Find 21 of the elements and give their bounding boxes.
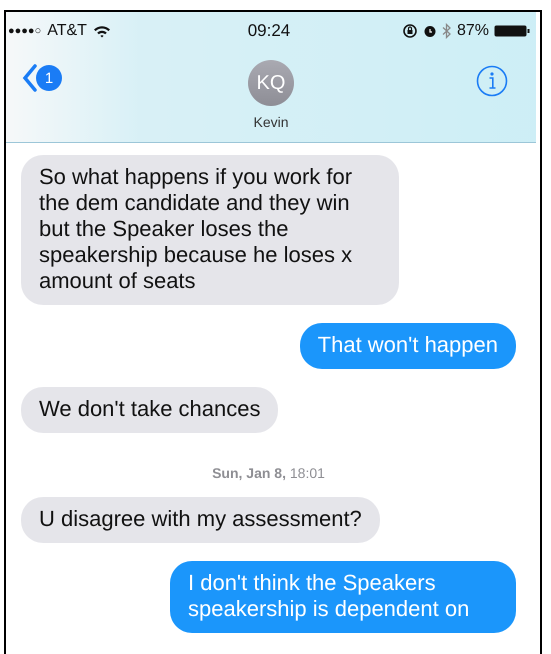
alarm-clock-icon bbox=[422, 24, 437, 38]
status-time: 09:24 bbox=[248, 21, 290, 41]
received-message-bubble: So what happens if you work for the dem candidate and they win but the Speaker loses the speakership because he loses x amount of seats bbox=[21, 155, 399, 305]
contact-name: Kevin bbox=[253, 114, 289, 130]
wifi-icon bbox=[92, 24, 111, 38]
sent-message-bubble: I don't think the Speakers speakership is dependent on bbox=[170, 561, 516, 633]
bluetooth-icon bbox=[442, 23, 452, 39]
battery-icon bbox=[494, 24, 530, 38]
chevron-left-icon bbox=[22, 64, 38, 92]
received-message-bubble: We don't take chances bbox=[21, 387, 278, 433]
battery-percent: 87% bbox=[456, 22, 489, 40]
message-timestamp: Sun, Jan 8, 18:01 bbox=[212, 465, 325, 481]
info-icon[interactable] bbox=[476, 65, 508, 97]
carrier-name: AT&T bbox=[47, 22, 87, 40]
rotation-lock-icon bbox=[402, 23, 418, 39]
contact-avatar[interactable]: KQ bbox=[248, 60, 294, 106]
unread-count-badge: 1 bbox=[36, 65, 62, 91]
received-message-bubble: U disagree with my assessment? bbox=[21, 497, 380, 543]
sent-message-bubble: That won't happen bbox=[300, 323, 516, 369]
signal-strength: ●●●●○ bbox=[8, 25, 42, 37]
back-button[interactable]: 1 bbox=[22, 64, 62, 92]
